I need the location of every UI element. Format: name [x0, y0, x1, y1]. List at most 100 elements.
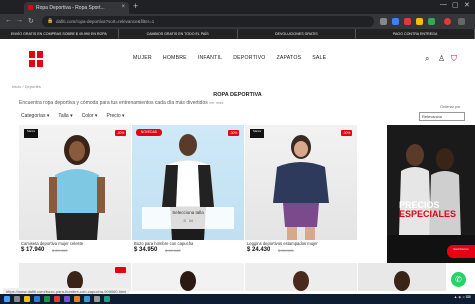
- url-text: dafiti.com/ropa-deportiva?sort=relevance…: [56, 19, 155, 24]
- size-prompt: Selecciona talla: [172, 210, 204, 215]
- chrome-icon[interactable]: [54, 296, 60, 302]
- nav-item-infantil[interactable]: INFANTIL: [198, 55, 222, 61]
- product-price: $ 17.940: [21, 247, 45, 253]
- tab-close-icon[interactable]: ×: [121, 4, 125, 10]
- browser-tab-bar: Ropa Deportiva - Ropa Sport... × + — ▢ ✕: [0, 0, 475, 14]
- promo-bar: ENVÍO GRATIS EN COMPRAS SOBRE $ 49.990 E…: [0, 29, 475, 39]
- menu-icon[interactable]: [458, 18, 465, 25]
- promo-banner[interactable]: PRECIOS ESPECIALES: [387, 125, 475, 263]
- page-description: Encuentra ropa deportiva y cómoda para t…: [19, 100, 223, 106]
- size-selector[interactable]: Selecciona talla S M: [142, 207, 234, 229]
- reload-button[interactable]: ↻: [28, 17, 34, 25]
- extension-icon[interactable]: [392, 18, 399, 25]
- os-taskbar: ▲ ◈ ♫ ⌨: [0, 294, 475, 304]
- chevron-down-icon: ▾: [46, 113, 50, 119]
- sort-select[interactable]: Relevancia: [419, 112, 465, 121]
- brand-tag: Marca: [24, 129, 38, 138]
- app-icon[interactable]: [104, 296, 110, 302]
- chevron-down-icon: ▾: [70, 113, 73, 119]
- user-icon[interactable]: ♙: [438, 54, 445, 63]
- word-icon[interactable]: [34, 296, 40, 302]
- promo-photo: [387, 144, 475, 263]
- search-icon[interactable]: [14, 296, 20, 302]
- extension-icon[interactable]: [416, 18, 423, 25]
- promo-item[interactable]: PAGO CONTRA ENTREGA: [356, 29, 475, 39]
- model-photo: [49, 135, 105, 240]
- minimize-icon[interactable]: —: [440, 1, 447, 8]
- promo-item[interactable]: ENVÍO GRATIS EN COMPRAS SOBRE $ 49.990 E…: [0, 29, 119, 39]
- promo-item[interactable]: CAMBIOS GRATIS EN TODO EL PAÍS: [119, 29, 238, 39]
- explorer-icon[interactable]: [24, 296, 30, 302]
- product-name[interactable]: Buzo para hombre con capucha: [134, 241, 193, 246]
- product-price: $ 24.430: [247, 247, 271, 253]
- main-navigation: MUJER HOMBRE INFANTIL DEPORTIVO ZAPATOS …: [133, 55, 326, 61]
- back-button[interactable]: ←: [5, 17, 12, 24]
- maximize-icon[interactable]: ▢: [452, 1, 459, 9]
- product-card[interactable]: [132, 263, 244, 291]
- product-card[interactable]: [358, 263, 446, 291]
- window-close-icon[interactable]: ✕: [464, 1, 470, 9]
- search-icon[interactable]: ⌕: [425, 54, 429, 64]
- app-icon[interactable]: [84, 296, 90, 302]
- filter-precio[interactable]: Precio ▾: [106, 113, 124, 119]
- extension-icon[interactable]: [404, 18, 411, 25]
- product-name[interactable]: Leggins deportivos estampados mujer: [247, 241, 318, 246]
- product-card[interactable]: NOVEDAD -30% Selecciona talla S M Buzo p…: [132, 125, 244, 263]
- page-title: ROPA DEPORTIVA: [213, 92, 262, 98]
- chevron-down-icon: ▾: [122, 113, 125, 119]
- discount-badge: -30%: [228, 130, 239, 136]
- model-photo: [293, 271, 309, 291]
- address-bar[interactable]: 🔒 dafiti.com/ropa-deportiva?sort=relevan…: [42, 16, 374, 27]
- forward-button[interactable]: →: [16, 17, 23, 24]
- promo-item[interactable]: DEVOLUCIONES GRATIS: [238, 29, 357, 39]
- chevron-down-icon: ▾: [94, 113, 98, 119]
- cart-icon[interactable]: ⛉: [451, 54, 457, 64]
- discount-badge: -40%: [115, 130, 126, 136]
- promo-text: PRECIOS ESPECIALES: [399, 200, 457, 219]
- whatsapp-icon[interactable]: ✆: [451, 272, 466, 287]
- description-text: Encuentra ropa deportiva y cómoda para t…: [19, 100, 208, 106]
- product-card[interactable]: Marca -40% Camiseta deportiva mujer cele…: [19, 125, 131, 263]
- nav-item-zapatos[interactable]: ZAPATOS: [276, 55, 301, 61]
- nav-item-deportivo[interactable]: DEPORTIVO: [233, 55, 265, 61]
- discount-badge: -30%: [341, 130, 352, 136]
- product-price: $ 34.950: [134, 247, 158, 253]
- nav-item-sale[interactable]: SALE: [312, 55, 326, 61]
- nav-item-hombre[interactable]: HOMBRE: [163, 55, 187, 61]
- filter-categorias[interactable]: Categorías ▾: [21, 113, 49, 119]
- store-logo[interactable]: [29, 51, 43, 67]
- nav-item-mujer[interactable]: MUJER: [133, 55, 152, 61]
- lock-icon: 🔒: [47, 18, 54, 24]
- product-card[interactable]: [245, 263, 357, 291]
- app-icon[interactable]: [74, 296, 80, 302]
- product-card[interactable]: Marca -30% Leggins deportivos estampados…: [245, 125, 357, 263]
- app-icon[interactable]: [64, 296, 70, 302]
- excel-icon[interactable]: [44, 296, 50, 302]
- product-image[interactable]: Marca -30%: [245, 125, 357, 240]
- site-favicon: [28, 5, 33, 10]
- product-image[interactable]: NOVEDAD -30% Selecciona talla S M: [132, 125, 244, 240]
- extension-icon[interactable]: [428, 18, 435, 25]
- product-card[interactable]: [19, 263, 131, 291]
- profile-avatar[interactable]: [444, 18, 451, 25]
- sort-label: Ordenar por: [440, 105, 461, 109]
- filter-talla[interactable]: Talla ▾: [58, 113, 72, 119]
- browser-tab[interactable]: Ropa Deportiva - Ropa Sport... ×: [24, 2, 129, 14]
- new-tab-button[interactable]: +: [133, 1, 138, 11]
- product-old-price: $ 34.900: [278, 248, 294, 253]
- breadcrumb[interactable]: Inicio / Deportes: [12, 84, 41, 89]
- product-name[interactable]: Camiseta deportiva mujer celeste: [21, 241, 83, 246]
- app-icon[interactable]: [94, 296, 100, 302]
- size-option[interactable]: M: [189, 218, 192, 223]
- tab-title: Ropa Deportiva - Ropa Sport...: [36, 5, 105, 11]
- filter-color[interactable]: Color ▾: [82, 113, 98, 119]
- brand-tag: Marca: [250, 129, 264, 138]
- bookmark-star-icon[interactable]: [380, 18, 387, 25]
- new-badge: NOVEDAD: [136, 129, 162, 136]
- tray-clock[interactable]: ▲ ◈ ♫ ⌨: [454, 295, 471, 299]
- start-icon[interactable]: [4, 296, 10, 302]
- read-more-link[interactable]: ver más: [209, 100, 223, 105]
- whatsapp-badge[interactable]: Escríbenos: [447, 245, 475, 258]
- product-image[interactable]: Marca -40%: [19, 125, 131, 240]
- size-option[interactable]: S: [183, 218, 186, 223]
